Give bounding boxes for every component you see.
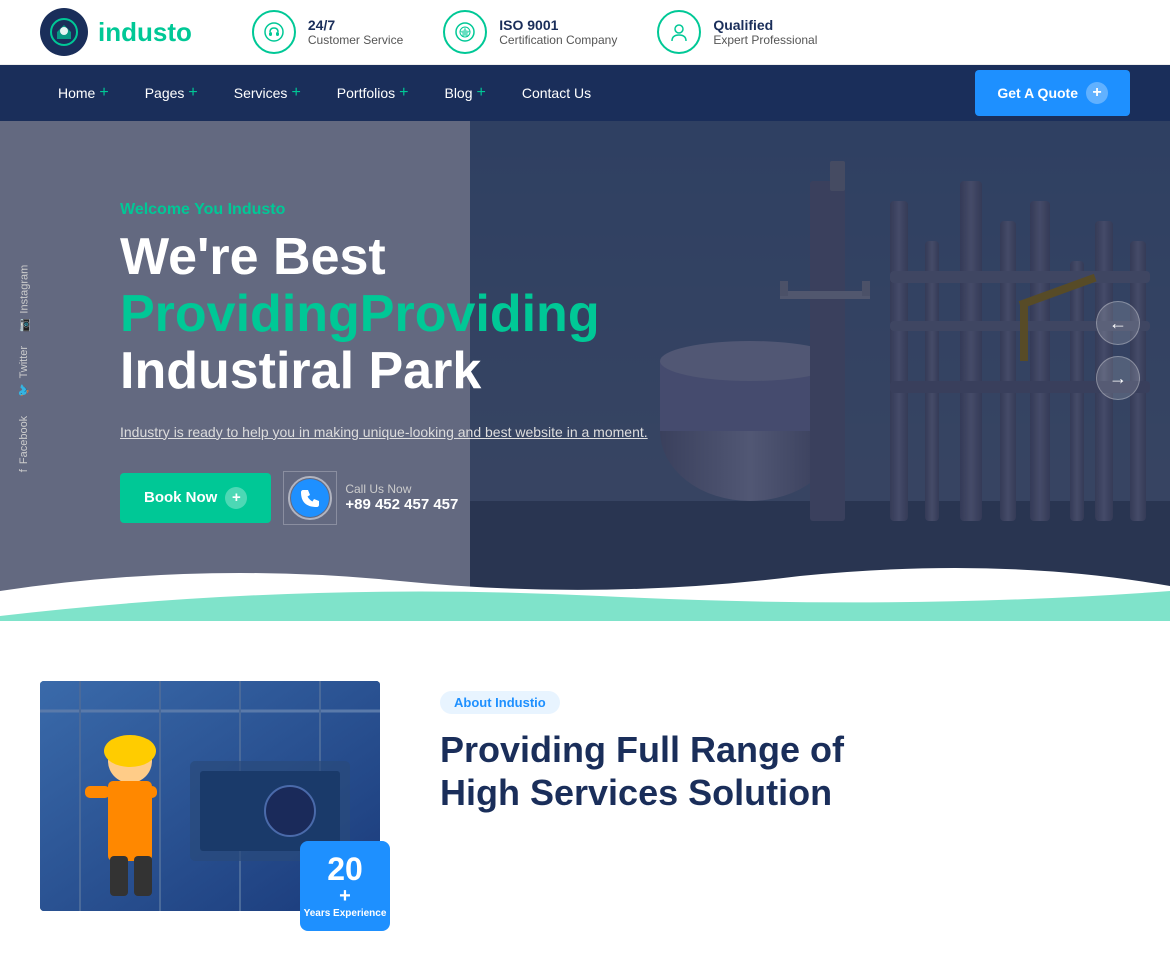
logo[interactable]: industo	[40, 8, 192, 56]
nav-item-contact[interactable]: Contact Us	[504, 65, 609, 121]
about-image-wrap: 20 + Years Experience	[40, 681, 380, 911]
nav-item-portfolios[interactable]: Portfolios +	[319, 65, 427, 121]
feature-expert: Qualified Expert Professional	[657, 10, 817, 54]
feature-customer-service-text: 24/7 Customer Service	[308, 17, 403, 47]
hero-actions: Book Now + Call Us Now +89 452 457	[120, 473, 660, 523]
logo-text: industo	[98, 17, 192, 48]
hero-section: 📷 Instagram 🐦 Twitter f Facebook Welcome…	[0, 121, 1170, 621]
book-now-button[interactable]: Book Now +	[120, 473, 271, 523]
feature-iso: ISO 9001 Certification Company	[443, 10, 617, 54]
social-twitter[interactable]: 🐦 Twitter	[17, 346, 30, 397]
call-text: Call Us Now +89 452 457 457	[345, 482, 458, 513]
social-sidebar: 📷 Instagram 🐦 Twitter f Facebook	[10, 121, 38, 621]
hero-next-arrow[interactable]: →	[1096, 356, 1140, 400]
top-bar: industo 24/7 Customer Service ISO 900	[0, 0, 1170, 65]
navbar: Home + Pages + Services + Portfolios + B…	[0, 65, 1170, 121]
hero-description: Industry is ready to help you in making …	[120, 421, 660, 443]
feature-expert-text: Qualified Expert Professional	[713, 17, 817, 47]
expert-icon	[657, 10, 701, 54]
call-area: Call Us Now +89 452 457 457	[291, 476, 458, 520]
nav-item-home[interactable]: Home +	[40, 65, 127, 121]
hero-welcome: Welcome You Industo	[120, 201, 660, 219]
about-tag: About Industio	[440, 691, 560, 714]
about-text: About Industio Providing Full Range of H…	[440, 681, 1130, 814]
get-quote-button[interactable]: Get A Quote +	[975, 70, 1130, 116]
about-title: Providing Full Range of High Services So…	[440, 728, 1130, 814]
hero-wave	[0, 561, 1170, 621]
nav-item-services[interactable]: Services +	[216, 65, 319, 121]
hero-prev-arrow[interactable]: ←	[1096, 301, 1140, 345]
feature-customer-service: 24/7 Customer Service	[252, 10, 403, 54]
call-icon	[291, 476, 335, 520]
nav-item-blog[interactable]: Blog +	[426, 65, 503, 121]
below-hero-section: 20 + Years Experience About Industio Pro…	[0, 621, 1170, 971]
nav-links: Home + Pages + Services + Portfolios + B…	[40, 65, 975, 121]
social-instagram[interactable]: 📷 Instagram	[18, 265, 31, 333]
nav-item-pages[interactable]: Pages +	[127, 65, 216, 121]
about-badge: 20 + Years Experience	[300, 841, 390, 931]
hero-title: We're Best ProvidingProviding Industiral…	[120, 229, 660, 401]
iso-icon	[443, 10, 487, 54]
customer-service-icon	[252, 10, 296, 54]
feature-iso-text: ISO 9001 Certification Company	[499, 17, 617, 47]
social-facebook[interactable]: f Facebook	[18, 416, 30, 472]
logo-icon	[40, 8, 88, 56]
hero-content: Welcome You Industo We're Best Providing…	[120, 201, 660, 523]
